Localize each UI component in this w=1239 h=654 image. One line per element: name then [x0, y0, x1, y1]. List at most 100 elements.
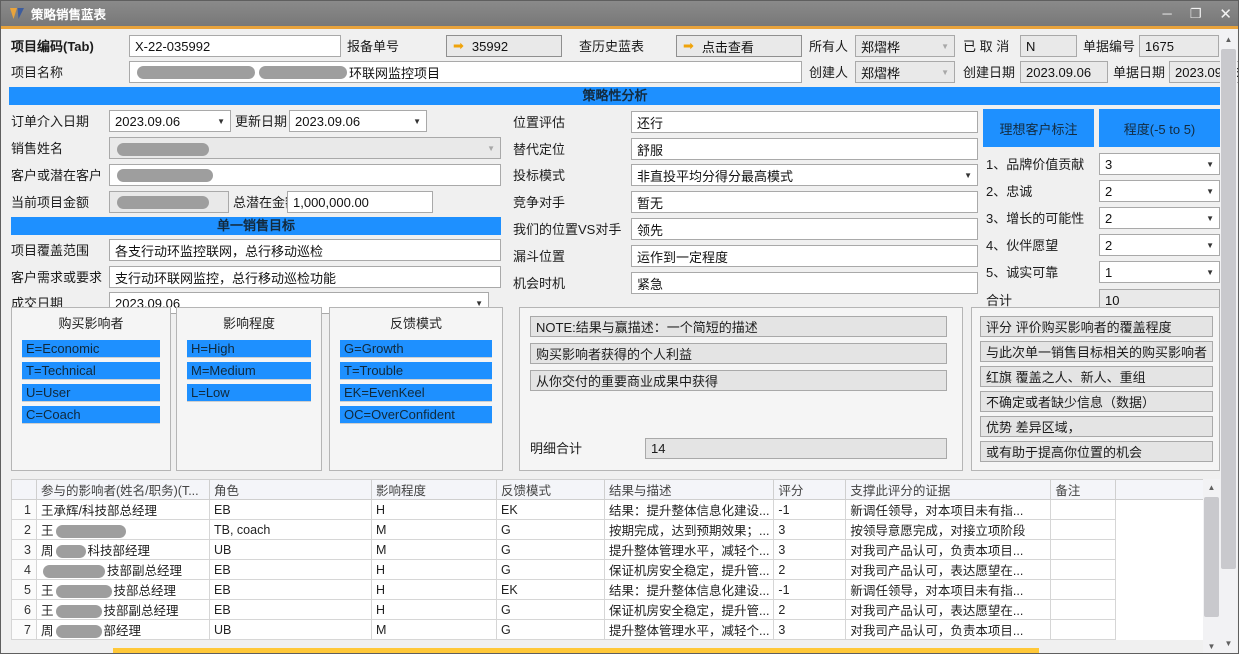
dropdown-arrow-icon: ▼: [1206, 214, 1214, 223]
honesty-select[interactable]: 1▼: [1099, 261, 1220, 283]
partner-wish-label: 4、伙伴愿望: [986, 235, 1058, 257]
doc-no-field[interactable]: 1675: [1139, 35, 1219, 57]
project-name-input[interactable]: 环联网监控项目: [129, 61, 802, 83]
report-no-link[interactable]: ➡ 35992: [446, 35, 562, 57]
loyalty-select[interactable]: 2▼: [1099, 180, 1220, 202]
scroll-down-icon[interactable]: ▼: [1220, 635, 1237, 652]
update-date-picker[interactable]: 2023.09.06▼: [289, 110, 427, 132]
alternative-position-input[interactable]: 舒服: [631, 138, 978, 160]
cell-result: 保证机房安全稳定，提升管...: [605, 600, 774, 620]
redaction-blob: [259, 66, 347, 79]
redaction-blob: [117, 169, 213, 182]
legend-item: U=User: [22, 384, 160, 402]
app-icon: [9, 6, 25, 21]
sales-name-label: 销售姓名: [11, 138, 63, 160]
owner-select[interactable]: 郑熠桦▼: [855, 35, 955, 57]
sales-name-select[interactable]: ▼: [109, 137, 501, 159]
cell-score: -1: [774, 580, 846, 600]
position-assessment-input[interactable]: 还行: [631, 111, 978, 133]
filler-header: [1116, 480, 1211, 500]
info-line: 评分 评价购买影响者的覆盖程度: [980, 316, 1213, 337]
col-header-score[interactable]: 评分: [774, 480, 846, 500]
table-scrollbar[interactable]: ▲ ▼: [1203, 479, 1220, 654]
click-to-view-button[interactable]: ➡ 点击查看: [676, 35, 802, 57]
opportunity-timing-input[interactable]: 紧急: [631, 272, 978, 294]
window-title: 策略销售蓝表: [31, 4, 106, 23]
funnel-position-input[interactable]: 运作到一定程度: [631, 245, 978, 267]
position-vs-rival-input[interactable]: 领先: [631, 218, 978, 240]
maximize-button[interactable]: ❐: [1190, 6, 1202, 22]
customer-input[interactable]: [109, 164, 501, 186]
influencer-table: 参与的影响者(姓名/职务)(T... 角色 影响程度 反馈模式 结果与描述 评分…: [11, 479, 1211, 640]
table-row[interactable]: 2 王 TB, coach M G 按期完成，达到预期效果；... 3 按领导意…: [12, 520, 1211, 540]
scroll-up-icon[interactable]: ▲: [1220, 31, 1237, 48]
owner-label: 所有人: [809, 36, 848, 58]
cell-influence: H: [372, 600, 497, 620]
window-scrollbar-thumb[interactable]: [1221, 49, 1236, 569]
project-code-input[interactable]: X-22-035992: [129, 35, 341, 57]
creator-select[interactable]: 郑熠桦▼: [855, 61, 955, 83]
cell-role: UB: [210, 540, 372, 560]
titlebar[interactable]: 策略销售蓝表: [1, 1, 1238, 26]
cell-score: -1: [774, 500, 846, 520]
legend-item: T=Technical: [22, 362, 160, 380]
cell-influence: H: [372, 580, 497, 600]
coverage-input[interactable]: 各支行动环监控联网，总行移动巡检: [109, 239, 501, 261]
total-potential-input[interactable]: 1,000,000.00: [287, 191, 433, 213]
col-header-evidence[interactable]: 支撑此评分的证据: [846, 480, 1051, 500]
bidding-mode-select[interactable]: 非直投平均分得分最高模式▼: [631, 164, 978, 186]
col-header-feedback[interactable]: 反馈模式: [497, 480, 605, 500]
cell-remark: [1051, 540, 1116, 560]
demand-input[interactable]: 支行动环联网监控，总行移动巡检功能: [109, 266, 501, 288]
cell-evidence: 对我司产品认可，负责本项目...: [846, 620, 1051, 640]
cell-evidence: 对我司产品认可，表达愿望在...: [846, 560, 1051, 580]
arrow-right-icon: ➡: [453, 38, 464, 54]
minimize-button[interactable]: ─: [1163, 6, 1172, 21]
table-row[interactable]: 5 王技部总经理 EB H EK 结果：提升整体信息化建设... -1 新调任领…: [12, 580, 1211, 600]
redaction-blob: [56, 625, 102, 638]
table-scrollbar-thumb[interactable]: [1204, 497, 1219, 617]
scroll-down-icon[interactable]: ▼: [1203, 638, 1220, 654]
current-amount-field[interactable]: [109, 191, 229, 213]
info-line: 红旗 覆盖之人、新人、重组: [980, 366, 1213, 387]
table-row[interactable]: 4 技部副总经理 EB H G 保证机房安全稳定，提升管... 2 对我司产品认…: [12, 560, 1211, 580]
history-bluesheet-button[interactable]: 查历史蓝表: [579, 36, 644, 58]
competitor-input[interactable]: 暂无: [631, 191, 978, 213]
table-row[interactable]: 6 王技部副总经理 EB H G 保证机房安全稳定，提升管... 2 对我司产品…: [12, 600, 1211, 620]
redaction-blob: [137, 66, 255, 79]
table-row[interactable]: 7 周部经理 UB M G 提升整体管理水平，减轻个... 3 对我司产品认可，…: [12, 620, 1211, 640]
cell-evidence: 按领导意愿完成，对接立项阶段: [846, 520, 1051, 540]
create-date-field[interactable]: 2023.09.06: [1020, 61, 1108, 83]
redaction-blob: [56, 545, 86, 558]
cell-evidence: 新调任领导，对本项目未有指...: [846, 500, 1051, 520]
col-header-result[interactable]: 结果与描述: [605, 480, 774, 500]
cell-remark: [1051, 620, 1116, 640]
alternative-position-label: 替代定位: [513, 139, 565, 161]
table-row[interactable]: 3 周科技部经理 UB M G 提升整体管理水平，减轻个... 3 对我司产品认…: [12, 540, 1211, 560]
partner-wish-select[interactable]: 2▼: [1099, 234, 1220, 256]
order-date-picker[interactable]: 2023.09.06▼: [109, 110, 231, 132]
col-header-name[interactable]: 参与的影响者(姓名/职务)(T...: [37, 480, 210, 500]
window-scrollbar[interactable]: ▲ ▼: [1220, 29, 1237, 654]
note-line: 购买影响者获得的个人利益: [530, 343, 947, 364]
note-line: NOTE:结果与赢描述：一个简短的描述: [530, 316, 947, 337]
scroll-up-icon[interactable]: ▲: [1203, 479, 1220, 496]
growth-potential-select[interactable]: 2▼: [1099, 207, 1220, 229]
opportunity-timing-label: 机会时机: [513, 273, 565, 295]
col-header-influence[interactable]: 影响程度: [372, 480, 497, 500]
cell-evidence: 对我司产品认可，表达愿望在...: [846, 600, 1051, 620]
selected-row-highlight[interactable]: [113, 648, 1039, 654]
ideal-customer-header: 理想客户标注: [983, 109, 1094, 147]
table-row[interactable]: 1 王承辉/科技部总经理 EB H EK 结果：提升整体信息化建设... -1 …: [12, 500, 1211, 520]
cancelled-field[interactable]: N: [1020, 35, 1077, 57]
project-name-label: 项目名称: [11, 62, 63, 84]
buying-influencer-title: 购买影响者: [12, 308, 170, 332]
col-header-role[interactable]: 角色: [210, 480, 372, 500]
cell-remark: [1051, 580, 1116, 600]
brand-value-select[interactable]: 3▼: [1099, 153, 1220, 175]
legend-item: C=Coach: [22, 406, 160, 424]
cell-feedback: G: [497, 540, 605, 560]
col-header-remark[interactable]: 备注: [1051, 480, 1116, 500]
close-button[interactable]: ✕: [1219, 5, 1232, 23]
cell-remark: [1051, 520, 1116, 540]
